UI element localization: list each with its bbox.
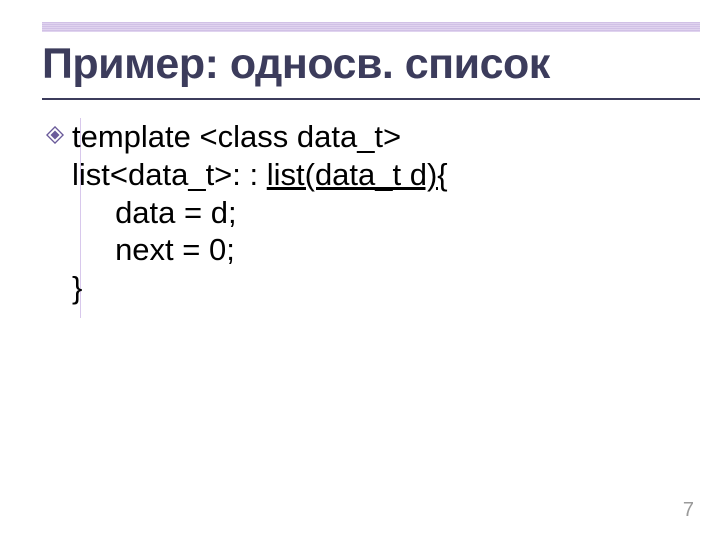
code-line-4: next = 0; (72, 232, 235, 267)
code-line-3: data = d; (72, 195, 237, 230)
code-block: template <class data_t> list<data_t>: : … (72, 118, 448, 307)
header-decoration-bar (42, 22, 700, 32)
code-line-1: template <class data_t> (72, 119, 401, 154)
page-number: 7 (683, 499, 694, 522)
title-underline (42, 98, 700, 100)
slide-title: Пример: односв. список (42, 40, 550, 89)
code-line-5: } (72, 270, 82, 305)
code-line-2-prefix: list<data_t>: : (72, 157, 267, 192)
code-line-2-call: list(data_t d){ (267, 157, 448, 192)
slide: Пример: односв. список template <class d… (0, 0, 720, 540)
diamond-bullet-icon (46, 126, 64, 144)
